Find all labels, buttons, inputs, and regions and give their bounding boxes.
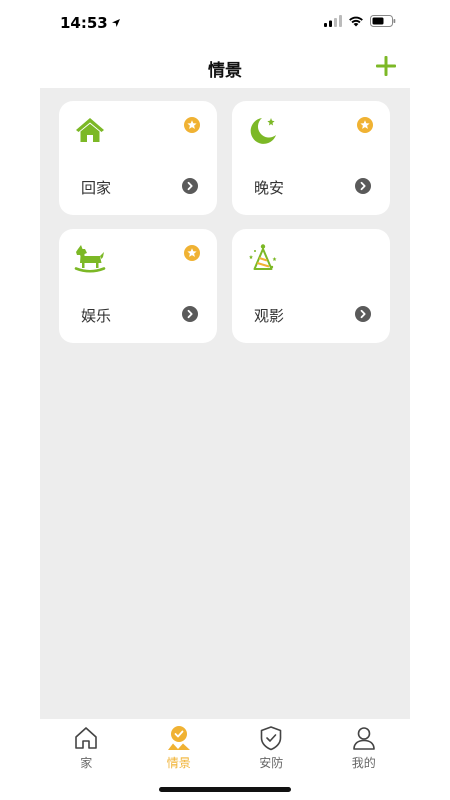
nav-header: 情景 xyxy=(40,44,410,88)
chevron-right-icon xyxy=(182,178,198,194)
scene-label: 回家 xyxy=(81,179,112,197)
status-bar: 14:53 xyxy=(0,0,450,44)
house-icon xyxy=(75,727,98,749)
scene-card-goodnight[interactable]: 晚安 xyxy=(232,101,390,215)
page-title: 情景 xyxy=(208,61,242,81)
tab-profile[interactable]: 我的 xyxy=(318,719,411,779)
scene-grid: 回家 晚安 娱乐 观影 xyxy=(59,101,391,343)
party-hat-icon xyxy=(249,244,277,270)
add-scene-button[interactable] xyxy=(374,54,398,78)
chevron-right-icon xyxy=(355,306,371,322)
scene-label: 娱乐 xyxy=(81,307,112,325)
favorite-star-icon[interactable] xyxy=(357,117,373,133)
shield-icon xyxy=(260,726,282,751)
tab-label: 家 xyxy=(80,756,93,770)
tab-scene[interactable]: 情景 xyxy=(133,719,226,779)
rocking-horse-icon xyxy=(74,245,106,273)
tab-label: 安防 xyxy=(259,756,284,770)
favorite-star-icon[interactable] xyxy=(184,117,200,133)
scene-card-entertainment[interactable]: 娱乐 xyxy=(59,229,217,343)
status-time: 14:53 xyxy=(60,14,121,32)
tab-label: 我的 xyxy=(351,756,376,770)
chevron-right-icon xyxy=(182,306,198,322)
home-icon xyxy=(76,118,104,142)
scene-content-area: 回家 晚安 娱乐 观影 xyxy=(40,88,410,719)
scene-card-movie[interactable]: 观影 xyxy=(232,229,390,343)
status-indicators xyxy=(324,15,396,27)
tab-security[interactable]: 安防 xyxy=(225,719,318,779)
tab-home[interactable]: 家 xyxy=(40,719,133,779)
signal-icon xyxy=(324,15,342,27)
scene-label: 观影 xyxy=(254,307,285,325)
location-arrow-icon xyxy=(111,19,120,27)
home-indicator[interactable] xyxy=(159,787,291,792)
battery-icon xyxy=(370,15,396,27)
wifi-icon xyxy=(349,16,363,27)
user-icon xyxy=(352,727,375,750)
scene-icon xyxy=(167,726,190,750)
scene-label: 晚安 xyxy=(254,179,285,197)
favorite-star-icon[interactable] xyxy=(184,245,200,261)
chevron-right-icon xyxy=(355,178,371,194)
moon-icon xyxy=(250,118,276,144)
bottom-tab-bar: 家 情景 安防 我的 xyxy=(40,719,410,779)
scene-card-home[interactable]: 回家 xyxy=(59,101,217,215)
tab-label: 情景 xyxy=(166,756,191,770)
status-time-text: 14:53 xyxy=(60,14,108,32)
